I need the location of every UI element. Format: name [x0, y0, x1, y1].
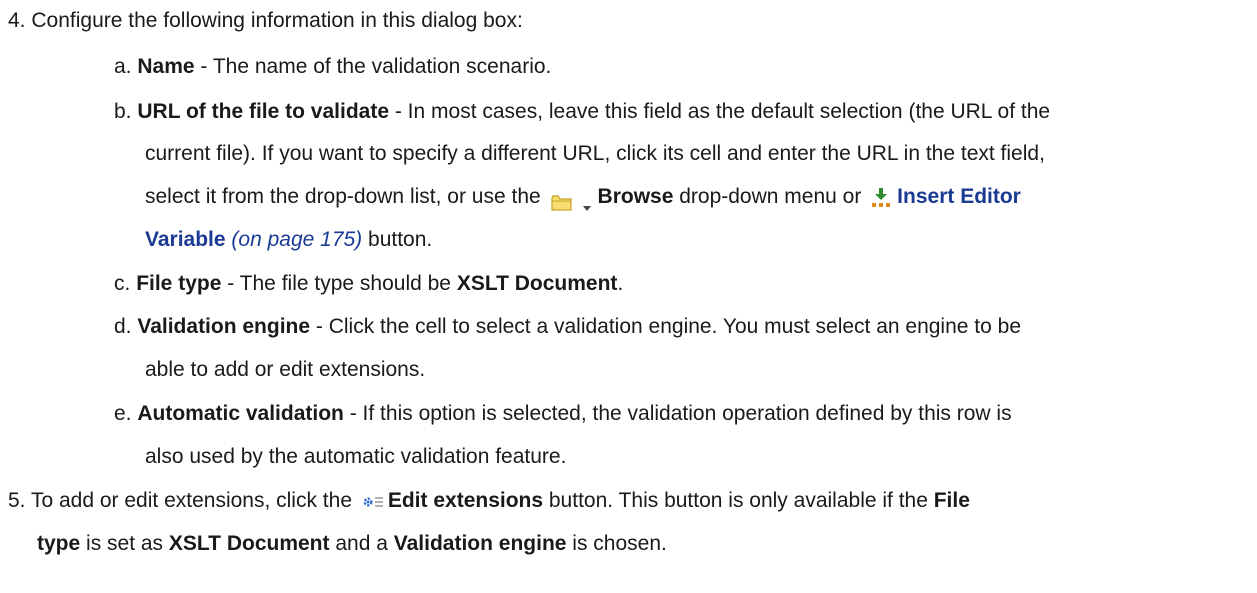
insert-editor-variable-link[interactable]: Insert Editor [897, 185, 1021, 208]
substep-b: b. URL of the file to validate - In most… [114, 93, 1245, 131]
edit-extensions-icon [362, 487, 384, 508]
substep-b-line2: current file). If you want to specify a … [145, 135, 1245, 173]
substep-text: current file). If you want to specify a … [145, 142, 1045, 165]
term-validation-engine: Validation engine [393, 532, 567, 555]
step-5: 5. To add or edit extensions, click the … [8, 482, 1245, 520]
substep-letter: d. [114, 315, 132, 338]
step-text: To add or edit extensions, click the [30, 489, 352, 512]
chevron-down-icon [582, 188, 592, 212]
substep-text: able to add or edit extensions. [145, 358, 426, 381]
substep-text: select it from the drop-down list, or us… [145, 185, 541, 208]
step-number: 4. [8, 9, 26, 32]
substep-text: - The name of the validation scenario. [194, 55, 552, 78]
step-text: button. This button is only available if… [543, 489, 934, 512]
substep-e-line2: also used by the automatic validation fe… [145, 438, 1245, 476]
substep-text: button. [362, 228, 433, 251]
document-page: 4. Configure the following information i… [0, 0, 1257, 593]
step-5-line2: type is set as XSLT Document and a Valid… [37, 525, 1245, 563]
term-automatic-validation: Automatic validation [137, 402, 344, 425]
substep-text: - The file type should be [221, 272, 457, 295]
substep-text: . [617, 272, 624, 295]
term-url: URL of the file to validate [137, 100, 390, 123]
substep-letter: b. [114, 100, 132, 123]
step-number: 5. [8, 489, 26, 512]
substep-text: - Click the cell to select a validation … [310, 315, 1021, 338]
browse-label: Browse [597, 185, 674, 208]
substep-b-line4: Variable (on page 175) button. [145, 221, 1245, 259]
term-file-type: File type [136, 272, 222, 295]
value-xslt: XSLT Document [456, 272, 618, 295]
folder-icon [550, 186, 572, 212]
step-text: Configure the following information in t… [31, 9, 523, 32]
substep-d: d. Validation engine - Click the cell to… [114, 308, 1245, 346]
value-xslt: XSLT Document [168, 532, 330, 555]
insert-editor-variable-link-cont[interactable]: Variable [145, 228, 226, 251]
step-text: and a [329, 532, 394, 555]
substep-letter: e. [114, 402, 132, 425]
substep-b-line3: select it from the drop-down list, or us… [145, 178, 1245, 216]
term-file: File [933, 489, 970, 512]
page-reference-link[interactable]: (on page 175) [231, 228, 362, 251]
step-4: 4. Configure the following information i… [8, 2, 1245, 40]
substep-text: drop-down menu or [673, 185, 862, 208]
substep-d-line2: able to add or edit extensions. [145, 351, 1245, 389]
term-type: type [37, 532, 81, 555]
insert-variable-icon [871, 183, 891, 208]
term-name: Name [137, 55, 195, 78]
substep-letter: a. [114, 55, 132, 78]
edit-extensions-label: Edit extensions [387, 489, 544, 512]
substep-c: c. File type - The file type should be X… [114, 265, 1245, 303]
substep-e: e. Automatic validation - If this option… [114, 395, 1245, 433]
step-text: is chosen. [566, 532, 667, 555]
substep-text: also used by the automatic validation fe… [145, 445, 567, 468]
substep-a: a. Name - The name of the validation sce… [114, 48, 1245, 86]
substep-text: - In most cases, leave this field as the… [389, 100, 1051, 123]
term-validation-engine: Validation engine [137, 315, 311, 338]
step-text: is set as [80, 532, 169, 555]
substep-text: - If this option is selected, the valida… [343, 402, 1012, 425]
substep-letter: c. [114, 272, 131, 295]
